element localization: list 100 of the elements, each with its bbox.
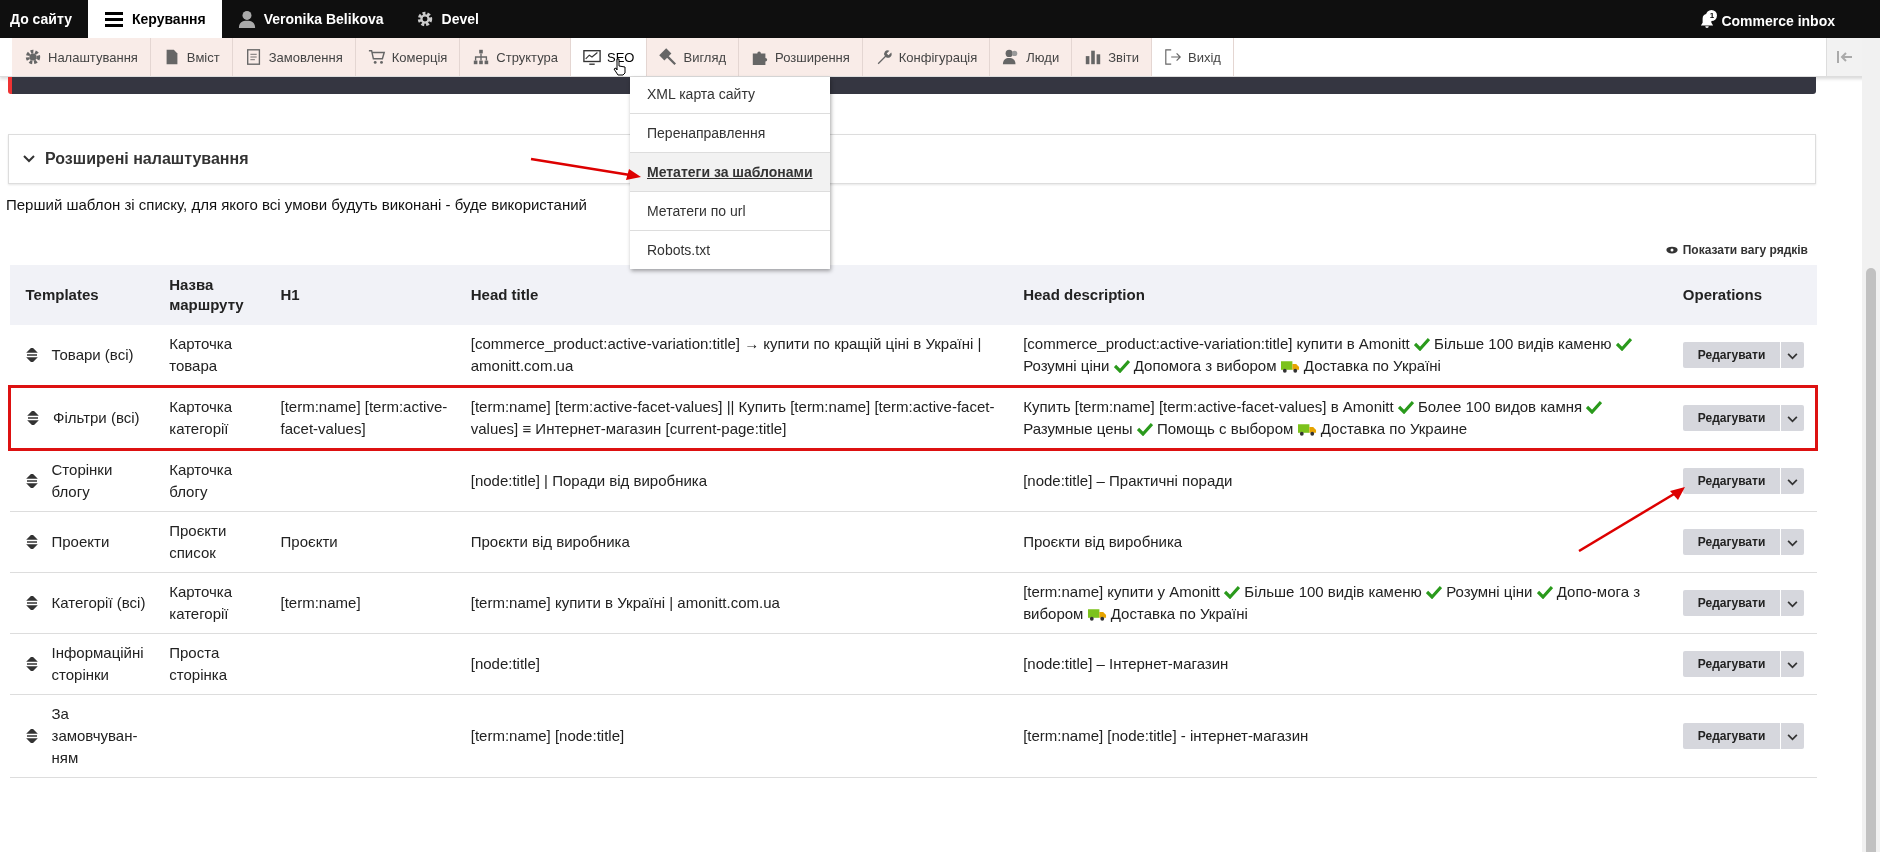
template-name: Проекти bbox=[51, 532, 110, 552]
eye-icon bbox=[1665, 246, 1678, 254]
template-name: Товари (всі) bbox=[51, 345, 134, 365]
top-bar-link[interactable]: До сайту bbox=[0, 0, 88, 38]
toolbar-tab[interactable]: Вихід bbox=[1152, 38, 1234, 76]
edit-button[interactable]: Редагувати bbox=[1682, 342, 1781, 368]
toolbar-tab[interactable]: Звіти bbox=[1072, 38, 1152, 76]
route-name: Карточка товара bbox=[169, 335, 233, 374]
toolbar-tab[interactable]: Комерція bbox=[355, 38, 461, 76]
toolbar-tab[interactable]: Люди bbox=[990, 38, 1073, 76]
menu-item-icon bbox=[1084, 48, 1103, 66]
show-row-weights-link[interactable]: Показати вагу рядків bbox=[1665, 243, 1808, 257]
template-name: Інформаційні сторінки bbox=[51, 643, 145, 685]
menu-item-icon bbox=[1164, 48, 1182, 66]
template-name: Фільтри (всі) bbox=[53, 408, 140, 428]
menu-item-icon bbox=[24, 48, 42, 66]
user-icon bbox=[237, 10, 256, 28]
chevron-down-icon bbox=[1787, 539, 1799, 547]
operations-dropdown-button[interactable] bbox=[1780, 590, 1805, 616]
drag-handle-icon[interactable] bbox=[27, 411, 39, 425]
head-description-pattern: [term:name] [node:title] - інтернет-магазин bbox=[1023, 726, 1310, 746]
menu-item-icon bbox=[367, 48, 386, 66]
drag-handle-icon[interactable] bbox=[25, 729, 38, 743]
chevron-icon bbox=[23, 153, 35, 165]
head-description-pattern: Купить [term:name] [term:active-facet-values] в Amonitt Более 100 видов камня Разумные цены Помощь с выбором Доставка по Украине bbox=[1023, 396, 1667, 440]
drag-handle-icon[interactable] bbox=[25, 474, 38, 488]
chevron-down-icon bbox=[1787, 733, 1799, 741]
toolbar-tab[interactable]: SEO bbox=[571, 38, 648, 76]
route-name: Карточка категорії bbox=[169, 583, 233, 622]
chevron-down-icon bbox=[1787, 478, 1799, 486]
head-description-pattern: [commerce_product:active-variation:title] купити в Amonitt Більше 100 видів каменю Розумні ціни Допомога з вибором Доставка по Україні bbox=[1023, 333, 1667, 377]
h1-pattern: Проєкти bbox=[280, 533, 338, 550]
edit-button[interactable]: Редагувати bbox=[1682, 529, 1781, 555]
details-summary[interactable]: Розширені налаштування bbox=[9, 150, 263, 168]
template-name: Сторінки блогу bbox=[51, 460, 114, 502]
chevron-down-icon bbox=[1787, 600, 1799, 608]
head-description-pattern: Проєкти від виробника bbox=[1023, 532, 1184, 552]
drag-handle-icon[interactable] bbox=[25, 535, 38, 549]
column-header: H1 bbox=[272, 265, 463, 325]
top-bar-link[interactable]: Devel bbox=[399, 0, 495, 38]
edit-button[interactable]: Редагувати bbox=[1682, 405, 1781, 431]
route-name: Карточка блогу bbox=[169, 461, 233, 500]
chevron-down-icon bbox=[1787, 352, 1799, 360]
template-name: Категорії (всі) bbox=[51, 593, 146, 613]
column-header: Назва маршруту bbox=[161, 265, 273, 325]
menu-item-icon bbox=[583, 48, 601, 66]
operations-dropdown-button[interactable] bbox=[1780, 723, 1805, 749]
menu-icon bbox=[103, 9, 124, 29]
scrollbar[interactable] bbox=[1862, 38, 1880, 852]
head-title-pattern: [node:title] | Поради від виробника bbox=[470, 472, 708, 489]
route-name: Карточка категорії bbox=[169, 398, 233, 437]
template-name: За замовчуван-ням bbox=[51, 704, 139, 768]
gear-icon bbox=[415, 10, 434, 28]
menu-item-icon bbox=[659, 48, 678, 66]
edit-button[interactable]: Редагувати bbox=[1682, 590, 1781, 616]
edit-button[interactable]: Редагувати bbox=[1682, 723, 1781, 749]
collapse-icon bbox=[1836, 51, 1853, 63]
operations-dropdown-button[interactable] bbox=[1780, 468, 1805, 494]
column-header: Head description bbox=[1015, 265, 1675, 325]
operations-dropdown-button[interactable] bbox=[1780, 529, 1805, 555]
toolbar-tab[interactable]: Налаштування bbox=[12, 38, 151, 76]
toolbar-tab[interactable]: Вміст bbox=[150, 38, 233, 76]
head-title-pattern: [term:name] купити в Україні | amonitt.com.ua bbox=[470, 594, 780, 611]
operations-dropdown-button[interactable] bbox=[1780, 342, 1805, 368]
column-header: Operations bbox=[1674, 265, 1817, 325]
description-text: Перший шаблон зі списку, для якого всі умови будуть виконані - буде використаний bbox=[6, 196, 587, 213]
head-description-pattern: [node:title] – Практичні поради bbox=[1023, 471, 1234, 491]
column-header: Head title bbox=[462, 265, 1016, 325]
edit-button[interactable]: Редагувати bbox=[1682, 651, 1781, 677]
chevron-down-icon bbox=[1787, 661, 1799, 669]
chevron-down-icon bbox=[1787, 415, 1799, 423]
commerce-inbox-link[interactable]: 1 Commerce inbox bbox=[1700, 9, 1835, 29]
top-bar-link[interactable]: Керування bbox=[87, 0, 222, 38]
head-title-pattern: [commerce_product:active-variation:title] → купити по кращій ціні в Україні | amonitt.com.ua bbox=[470, 335, 982, 374]
drag-handle-icon[interactable] bbox=[25, 348, 38, 362]
drag-handle-icon[interactable] bbox=[25, 596, 38, 610]
menu-item-icon bbox=[472, 48, 491, 66]
operations-dropdown-button[interactable] bbox=[1780, 405, 1805, 431]
toolbar-tab[interactable]: Вигляд bbox=[647, 38, 740, 76]
toolbar-tab[interactable]: Структура bbox=[460, 38, 571, 76]
head-title-pattern: [term:name] [term:active-facet-values] || Купить [term:name] [term:active-facet-values] ≡ Интернет-магазин [current-page:title] bbox=[470, 398, 995, 437]
toolbar-tab[interactable]: Замовлення bbox=[232, 38, 356, 76]
top-bar-link[interactable]: Veronika Belikova bbox=[221, 0, 400, 38]
menu-item-icon bbox=[244, 48, 263, 66]
head-description-pattern: [node:title] – Інтернет-магазин bbox=[1023, 654, 1230, 674]
dropdown-item[interactable]: Метатеги по url bbox=[630, 192, 830, 231]
h1-pattern: [term:name] bbox=[280, 594, 361, 611]
column-header: Templates bbox=[9, 265, 162, 325]
toolbar-tab[interactable]: Розширення bbox=[739, 38, 863, 76]
edit-button[interactable]: Редагувати bbox=[1682, 468, 1781, 494]
operations-dropdown-button[interactable] bbox=[1780, 651, 1805, 677]
head-title-pattern: [term:name] [node:title] bbox=[470, 727, 625, 744]
toolbar-tab[interactable]: Конфігурація bbox=[862, 38, 991, 76]
head-title-pattern: [node:title] bbox=[470, 655, 540, 672]
route-name: Проєкти список bbox=[169, 522, 227, 561]
route-name: Проста сторінка bbox=[169, 644, 227, 683]
notification-badge: 1 bbox=[1706, 9, 1718, 21]
drag-handle-icon[interactable] bbox=[25, 657, 38, 671]
dropdown-item[interactable]: Метатеги за шаблонами bbox=[630, 153, 830, 192]
h1-pattern: [term:name] [term:active-facet-values] bbox=[280, 398, 448, 437]
